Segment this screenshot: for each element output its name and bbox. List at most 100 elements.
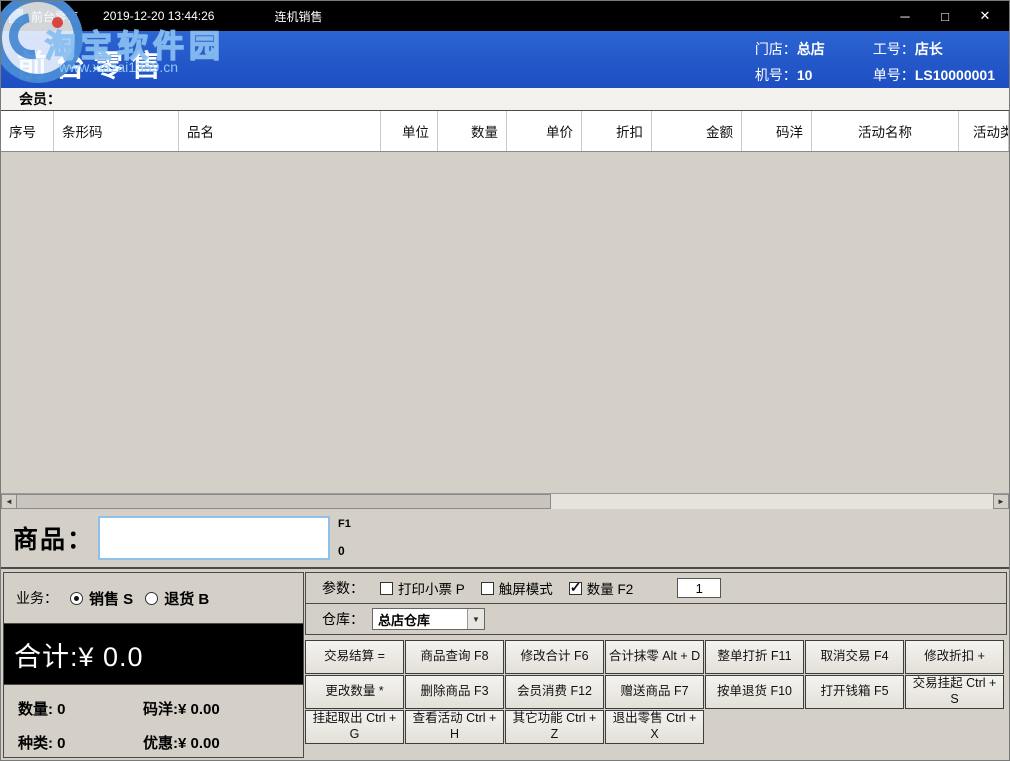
function-button[interactable]: 整单打折 F11: [705, 640, 804, 674]
quantity-checkbox-label: 数量 F2: [587, 578, 634, 598]
stat-discount: 优惠:¥ 0.00: [143, 732, 303, 753]
scroll-right-button[interactable]: ►: [993, 494, 1009, 509]
function-button[interactable]: 交易挂起 Ctrl + S: [905, 675, 1004, 709]
chevron-down-icon[interactable]: ▼: [467, 609, 484, 629]
column-header-8: 金额: [652, 111, 742, 151]
column-header-5: 数量: [438, 111, 507, 151]
return-radio-icon[interactable]: [145, 592, 158, 605]
titlebar-title: 前台零售: [31, 8, 79, 25]
column-header-1: 序号: [1, 111, 54, 151]
machine-info: 机号：10: [755, 65, 825, 85]
store-info: 门店：总店: [755, 39, 825, 59]
total-display: 合计:¥ 0.0: [3, 624, 304, 684]
sale-radio-icon[interactable]: [70, 592, 83, 605]
order-value: LS10000001: [915, 67, 995, 83]
function-button[interactable]: 更改数量 *: [305, 675, 404, 709]
touch-mode-label: 触屏模式: [499, 578, 553, 598]
horizontal-scrollbar: ◄ ►: [1, 493, 1009, 509]
product-side-labels: F1 0: [338, 516, 351, 560]
header-info-col1: 门店：总店 机号：10: [755, 39, 825, 85]
maximize-button[interactable]: □: [925, 1, 965, 31]
function-button[interactable]: 修改合计 F6: [505, 640, 604, 674]
header-info-col2: 工号：店长 单号：LS10000001: [873, 39, 995, 85]
clerk-value: 店长: [915, 41, 943, 57]
params-row: 参数： 打印小票 P 触屏模式 数量 F2: [305, 572, 1007, 604]
function-button[interactable]: 修改折扣 +: [905, 640, 1004, 674]
close-button[interactable]: ✕: [965, 1, 1005, 31]
table-body: [1, 152, 1009, 493]
function-button[interactable]: 交易结算 =: [305, 640, 404, 674]
function-button[interactable]: 按单退货 F10: [705, 675, 804, 709]
pos-window: 前台零售 2019-12-20 13:44:26 连机销售 ─ □ ✕ 前台零售…: [0, 0, 1010, 761]
print-receipt-label: 打印小票 P: [398, 578, 465, 598]
return-radio-label: 退货 B: [164, 588, 209, 609]
checkbox-quantity[interactable]: 数量 F2: [569, 578, 634, 598]
product-hotkey-label: F1: [338, 518, 351, 530]
print-receipt-checkbox-icon[interactable]: [380, 582, 393, 595]
function-button[interactable]: 退出零售 Ctrl + X: [605, 710, 704, 744]
column-header-7: 折扣: [582, 111, 652, 151]
business-label: 业务：: [16, 588, 58, 608]
titlebar: 前台零售 2019-12-20 13:44:26 连机销售 ─ □ ✕: [1, 1, 1009, 31]
function-button[interactable]: 赠送商品 F7: [605, 675, 704, 709]
column-header-9: 码洋: [742, 111, 812, 151]
stat-quantity: 数量: 0: [18, 698, 143, 719]
order-info: 单号：LS10000001: [873, 65, 995, 85]
column-header-6: 单价: [507, 111, 582, 151]
quantity-input[interactable]: [677, 578, 721, 598]
member-label: 会员：: [19, 89, 61, 109]
store-label: 门店：: [755, 41, 797, 57]
checkbox-touch-mode[interactable]: 触屏模式: [481, 578, 553, 598]
product-label: 商品：: [13, 520, 94, 556]
column-header-4: 单位: [381, 111, 438, 151]
radio-sale[interactable]: 销售 S: [70, 588, 133, 609]
machine-label: 机号：: [755, 67, 797, 83]
product-input[interactable]: [98, 516, 330, 560]
member-bar: 会员：: [1, 88, 1009, 111]
function-button[interactable]: 删除商品 F3: [405, 675, 504, 709]
header-info: 门店：总店 机号：10 工号：店长 单号：LS10000001: [755, 39, 995, 85]
quantity-checkbox-icon[interactable]: [569, 582, 582, 595]
checkbox-print-receipt[interactable]: 打印小票 P: [380, 578, 465, 598]
touch-mode-checkbox-icon[interactable]: [481, 582, 494, 595]
app-icon: [9, 9, 23, 23]
product-count-label: 0: [338, 544, 351, 558]
business-type-row: 业务： 销售 S 退货 B: [3, 572, 304, 624]
order-label: 单号：: [873, 67, 915, 83]
function-button[interactable]: 查看活动 Ctrl + H: [405, 710, 504, 744]
warehouse-dropdown-value: 总店仓库: [373, 609, 467, 629]
warehouse-row: 仓库： 总店仓库 ▼: [305, 603, 1007, 635]
table-header-row: 序号条形码品名单位数量单价折扣金额码洋活动名称活动类: [1, 111, 1009, 152]
warehouse-label: 仓库：: [322, 609, 364, 629]
bottom-panel: 业务： 销售 S 退货 B 合计:¥ 0.0 数量: 0 码洋:¥ 0.00 种…: [1, 569, 1009, 761]
right-column: 参数： 打印小票 P 触屏模式 数量 F2 仓库： 总店仓库: [305, 572, 1007, 758]
column-header-11: 活动类: [959, 111, 1009, 151]
titlebar-mode: 连机销售: [274, 8, 322, 25]
scrollbar-track[interactable]: [551, 494, 993, 509]
column-header-3: 品名: [179, 111, 381, 151]
product-entry-row: 商品： F1 0: [1, 509, 1009, 569]
column-header-10: 活动名称: [812, 111, 959, 151]
machine-value: 10: [797, 67, 813, 83]
stat-gross: 码洋:¥ 0.00: [143, 698, 303, 719]
minimize-button[interactable]: ─: [885, 1, 925, 31]
column-header-2: 条形码: [54, 111, 179, 151]
total-text: 合计:¥ 0.0: [14, 635, 144, 674]
function-button[interactable]: 打开钱箱 F5: [805, 675, 904, 709]
function-button[interactable]: 取消交易 F4: [805, 640, 904, 674]
app-header: 前台零售 门店：总店 机号：10 工号：店长 单号：LS10000001: [1, 31, 1009, 88]
sale-radio-label: 销售 S: [89, 588, 133, 609]
function-button[interactable]: 合计抹零 Alt + D: [605, 640, 704, 674]
function-button[interactable]: 其它功能 Ctrl + Z: [505, 710, 604, 744]
function-button[interactable]: 挂起取出 Ctrl + G: [305, 710, 404, 744]
page-title: 前台零售: [17, 41, 169, 85]
titlebar-datetime: 2019-12-20 13:44:26: [103, 9, 214, 23]
function-button[interactable]: 商品查询 F8: [405, 640, 504, 674]
scrollbar-thumb[interactable]: [17, 494, 551, 509]
scroll-left-button[interactable]: ◄: [1, 494, 17, 509]
stat-kinds: 种类: 0: [18, 732, 143, 753]
function-button-grid: 交易结算 =商品查询 F8修改合计 F6合计抹零 Alt + D整单打折 F11…: [305, 640, 1007, 744]
warehouse-dropdown[interactable]: 总店仓库 ▼: [372, 608, 485, 630]
radio-return[interactable]: 退货 B: [145, 588, 209, 609]
function-button[interactable]: 会员消费 F12: [505, 675, 604, 709]
